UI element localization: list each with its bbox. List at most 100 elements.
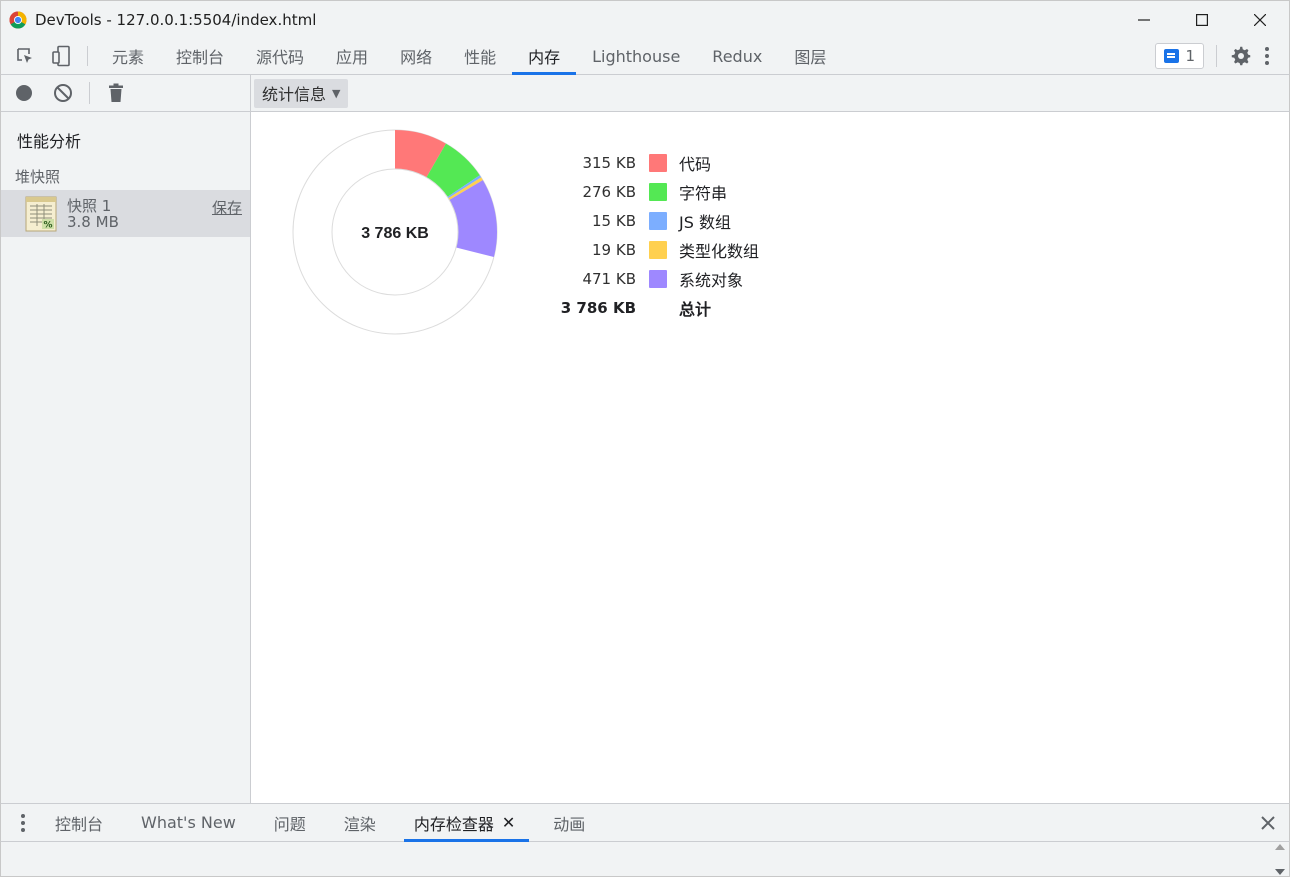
window-title: DevTools - 127.0.0.1:5504/index.html <box>35 10 317 29</box>
legend-value: 15 KB <box>592 211 636 230</box>
maximize-icon <box>1196 14 1208 26</box>
main-toolbar: 元素 控制台 源代码 应用 网络 性能 内存 Lighthouse Redux 图层 1 <box>0 38 1290 75</box>
tab-6[interactable]: 内存 <box>512 38 577 75</box>
drawer-tab-label: 问题 <box>273 814 306 834</box>
gear-icon <box>1231 46 1251 66</box>
save-snapshot-link[interactable]: 保存 <box>212 197 242 218</box>
more-options-button[interactable] <box>1253 46 1281 66</box>
close-tab-icon[interactable]: ✕ <box>502 813 515 832</box>
scroll-up-icon[interactable] <box>1275 844 1285 850</box>
issues-count: 1 <box>1185 47 1195 65</box>
tab-label: 内存 <box>528 48 561 67</box>
drawer-tab-4[interactable]: 内存检查器 ✕ <box>403 804 530 842</box>
drawer-tab-1[interactable]: What's New <box>131 804 250 841</box>
drawer-tab-3[interactable]: 渲染 <box>334 804 390 841</box>
device-toolbar-button[interactable] <box>43 38 79 74</box>
tab-label: 元素 <box>112 48 145 67</box>
heap-snapshot-icon: % <box>25 196 57 231</box>
drawer-tab-label: 动画 <box>553 814 586 834</box>
scroll-down-icon[interactable] <box>1275 869 1285 875</box>
legend-label: 代码 <box>679 154 712 174</box>
tab-label: 控制台 <box>176 48 225 67</box>
legend-row: 19 KB 类型化数组 <box>551 235 759 264</box>
legend-value: 276 KB <box>582 182 636 201</box>
collect-garbage-button[interactable] <box>103 80 129 106</box>
clear-icon <box>54 84 72 102</box>
inspect-element-button[interactable] <box>7 38 43 74</box>
drawer-tab-5[interactable]: 动画 <box>543 804 599 841</box>
tab-label: 应用 <box>336 48 369 67</box>
sidebar-toolbar-divider <box>89 82 90 104</box>
content-toolbar: 统计信息 ▼ <box>251 75 1290 112</box>
statistics-view: 3 786 KB 315 KB 代码 276 KB 字符串 15 KB JS 数组 19 K… <box>251 112 1290 803</box>
svg-text:%: % <box>43 220 52 230</box>
legend-row: 15 KB JS 数组 <box>551 206 759 235</box>
legend-label: JS 数组 <box>679 212 731 232</box>
minimize-icon <box>1138 19 1150 21</box>
record-icon <box>16 85 32 101</box>
profiles-heading: 性能分析 <box>17 132 82 151</box>
drawer-tab-label: 控制台 <box>55 814 104 834</box>
drawer-tab-label: 内存检查器 <box>413 814 494 834</box>
tab-1[interactable]: 控制台 <box>160 38 240 74</box>
tab-label: Lighthouse <box>592 46 681 66</box>
title-bar: DevTools - 127.0.0.1:5504/index.html <box>0 0 1290 38</box>
legend-swatch <box>649 153 667 172</box>
tab-label: Redux <box>712 46 763 66</box>
maximize-button[interactable] <box>1173 1 1231 39</box>
drawer-content <box>0 842 1290 877</box>
drawer-tabs: 控制台 What's New 问题 渲染 内存检查器 ✕ 动画 <box>45 804 613 842</box>
legend-swatch <box>649 211 667 230</box>
legend-swatch <box>649 182 667 201</box>
tab-7[interactable]: Lighthouse <box>576 38 696 74</box>
trash-icon <box>109 83 123 102</box>
statistics-legend: 315 KB 代码 276 KB 字符串 15 KB JS 数组 19 KB 类型化数组 471… <box>551 148 759 322</box>
tab-5[interactable]: 性能 <box>448 38 512 74</box>
drawer-tab-0[interactable]: 控制台 <box>45 804 117 841</box>
legend-row: 315 KB 代码 <box>551 148 759 177</box>
tab-9[interactable]: 图层 <box>778 38 842 74</box>
drawer-tab-label: 渲染 <box>343 814 376 834</box>
toolbar-divider <box>87 46 88 66</box>
close-icon <box>1254 14 1266 26</box>
snapshot-item[interactable]: % 快照 1 3.8 MB 保存 <box>1 190 250 237</box>
more-vertical-icon <box>1265 47 1269 65</box>
legend-swatch <box>649 240 667 259</box>
tab-3[interactable]: 应用 <box>320 38 384 74</box>
panel-tabs: 元素 控制台 源代码 应用 网络 性能 内存 Lighthouse Redux 图层 <box>96 38 842 75</box>
minimize-button[interactable] <box>1115 1 1173 39</box>
total-label: 总计 <box>679 299 712 319</box>
tab-4[interactable]: 网络 <box>384 38 448 74</box>
chrome-icon <box>9 10 27 29</box>
legend-swatch-empty <box>649 299 667 317</box>
tab-label: 图层 <box>794 48 827 67</box>
legend-label: 字符串 <box>679 183 728 203</box>
drawer-menu-button[interactable] <box>1 804 45 841</box>
drawer-tab-2[interactable]: 问题 <box>264 804 320 841</box>
close-icon <box>1261 816 1275 830</box>
close-window-button[interactable] <box>1231 1 1289 39</box>
dropdown-arrow-icon: ▼ <box>332 86 341 100</box>
issues-counter-button[interactable]: 1 <box>1155 43 1204 69</box>
perspective-select[interactable]: 统计信息 ▼ <box>254 78 349 108</box>
legend-row: 471 KB 系统对象 <box>551 264 759 293</box>
legend-value: 471 KB <box>582 269 636 288</box>
tab-8[interactable]: Redux <box>696 38 778 74</box>
device-mode-icon <box>52 45 70 67</box>
legend-label: 类型化数组 <box>679 241 760 261</box>
inspect-cursor-icon <box>17 48 32 63</box>
tab-2[interactable]: 源代码 <box>240 38 320 74</box>
tab-0[interactable]: 元素 <box>96 38 160 74</box>
clear-all-button[interactable] <box>50 80 76 106</box>
drawer-scrollbar[interactable] <box>1273 844 1287 875</box>
legend-label: 系统对象 <box>679 270 744 290</box>
legend-total-row: 3 786 KB 总计 <box>551 293 759 322</box>
perspective-select-value: 统计信息 <box>262 85 327 104</box>
legend-swatch <box>649 269 667 288</box>
pie-center-total: 3 786 KB <box>361 225 429 242</box>
take-snapshot-button[interactable] <box>11 80 37 106</box>
snapshot-name: 快照 1 <box>67 196 112 215</box>
settings-button[interactable] <box>1229 46 1253 66</box>
drawer-tab-label: What's New <box>141 813 236 832</box>
close-drawer-button[interactable] <box>1257 812 1279 834</box>
